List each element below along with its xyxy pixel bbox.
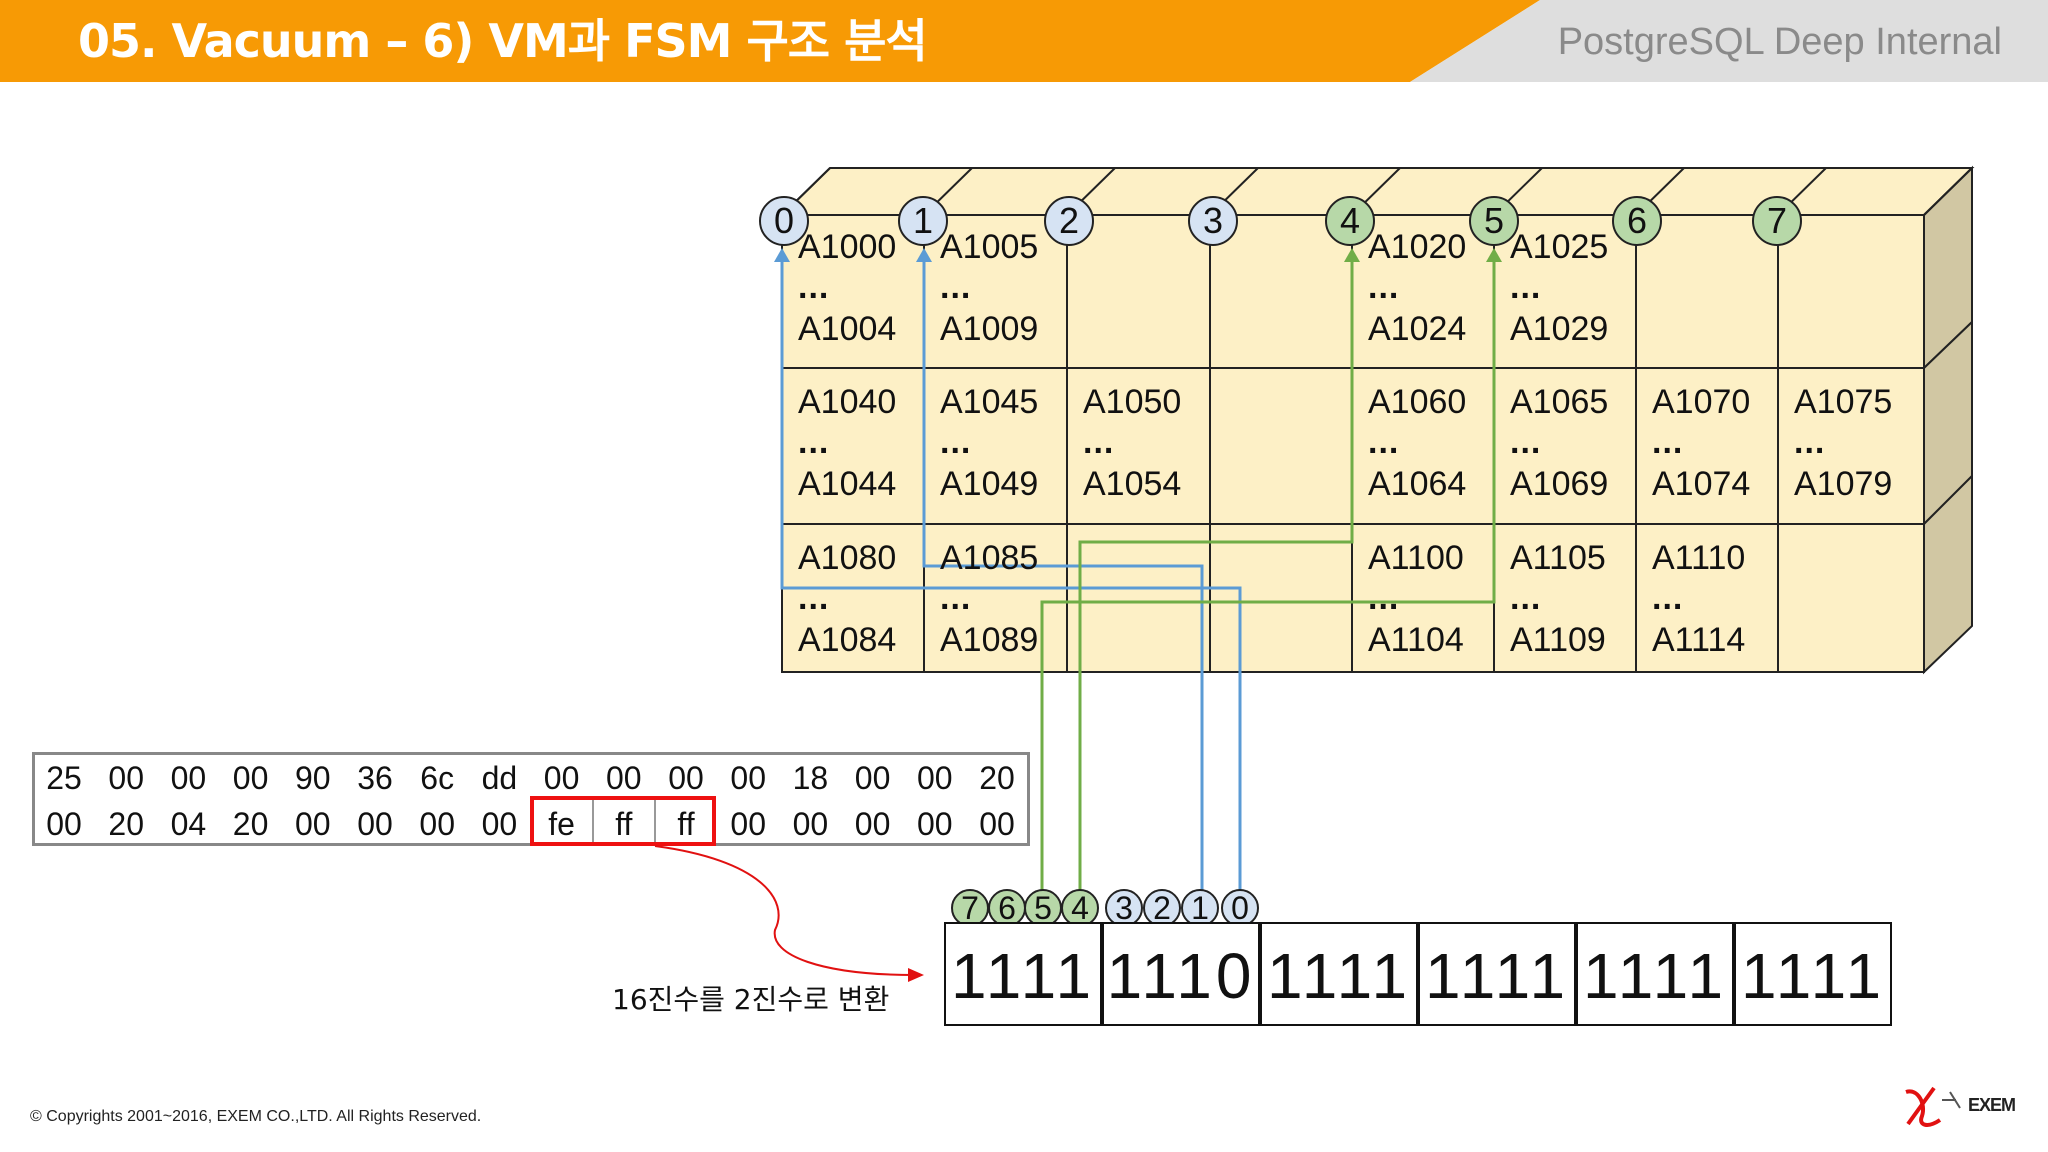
bit-marker-label: 5 bbox=[1034, 890, 1052, 926]
bit-group: 1111 bbox=[1576, 922, 1734, 1026]
bit-marker-label: 6 bbox=[998, 890, 1016, 926]
bit-marker-1: 1 bbox=[1181, 889, 1219, 927]
bit-group: 1111 bbox=[944, 922, 1102, 1026]
bit-marker-0: 0 bbox=[1221, 889, 1259, 927]
bit-marker-label: 3 bbox=[1115, 890, 1133, 926]
bit-group: 1111 bbox=[1418, 922, 1576, 1026]
bit-marker-3: 3 bbox=[1105, 889, 1143, 927]
bit-group: 1110 bbox=[1102, 922, 1260, 1026]
bit-marker-7: 7 bbox=[951, 889, 989, 927]
bit-group: 1111 bbox=[1260, 922, 1418, 1026]
bit-marker-label: 2 bbox=[1153, 890, 1171, 926]
bit-group: 1111 bbox=[1734, 922, 1892, 1026]
slide: 05. Vacuum – 6) VM과 FSM 구조 분석 PostgreSQL… bbox=[0, 0, 2048, 1152]
bit-marker-label: 4 bbox=[1071, 890, 1089, 926]
logo-text: EXEM bbox=[1968, 1095, 2016, 1115]
bit-marker-4: 4 bbox=[1061, 889, 1099, 927]
bit-marker-label: 1 bbox=[1191, 890, 1209, 926]
copyright: © Copyrights 2001~2016, EXEM CO.,LTD. Al… bbox=[30, 1108, 482, 1125]
bit-marker-5: 5 bbox=[1024, 889, 1062, 927]
bit-marker-label: 7 bbox=[961, 890, 979, 926]
bit-marker-6: 6 bbox=[988, 889, 1026, 927]
bit-marker-label: 0 bbox=[1231, 890, 1249, 926]
bit-marker-2: 2 bbox=[1143, 889, 1181, 927]
